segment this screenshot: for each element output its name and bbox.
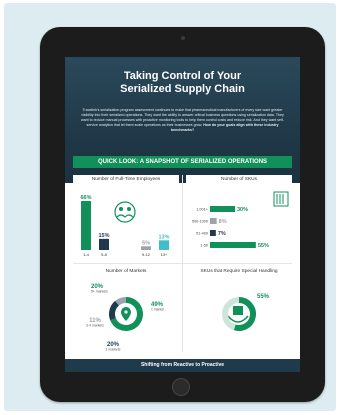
handling-panel: SKUs that Require Special Handling 55% — [186, 267, 292, 352]
employees-panel: Number of Full-Time Employees 66% 1-4 15% 5… — [73, 175, 179, 260]
employees-category-label: 1-4 — [83, 252, 90, 257]
employees-value-label: 15% — [98, 233, 109, 239]
skus-category-label: 1-50 — [200, 244, 208, 248]
hands-box-icon — [227, 306, 249, 323]
location-pin-icon — [118, 306, 134, 322]
markets-title: Number of Markets — [105, 269, 147, 274]
handling-chart: 55% — [222, 294, 270, 331]
markets-slice-caption: 5+ markets — [91, 290, 108, 294]
employees-bar-5-8 — [99, 238, 109, 250]
employees-bar-1-4 — [81, 200, 91, 250]
markets-slice-caption: 3-4 markets — [86, 324, 104, 328]
skus-bar-3 — [210, 242, 256, 248]
employees-category-label: 13+ — [161, 252, 168, 257]
employees-value-label: 13% — [158, 234, 169, 240]
intro-paragraph: Tracelink's serialization program assess… — [79, 108, 286, 133]
skus-category-label: 500-1000 — [192, 220, 208, 224]
markets-chart: 20%5+ markets49%1 market20%2 markets11%3… — [86, 284, 164, 352]
employees-chart: 66% 1-4 15% 5-8 5% 9-12 13% 13+ — [80, 195, 169, 257]
people-icon — [114, 201, 136, 223]
skus-category-label: 51-499 — [196, 232, 208, 236]
skus-chart: 1,001+ 30% 500-1000 8% 51-499 7% 1-50 55% — [192, 191, 289, 249]
markets-slice-caption: 1 market — [151, 308, 164, 312]
skus-value-label: 8% — [219, 219, 227, 225]
markets-slice-2 — [109, 300, 120, 321]
skus-panel: Number of SKUs 1,001+ 30% 500-1000 8% 51-499… — [186, 175, 292, 260]
barcode-icon — [273, 191, 289, 207]
infographic-screen: Taking Control of Your Serialized Supply… — [65, 57, 300, 372]
employees-bar-9-12 — [141, 246, 151, 250]
employees-value-label: 66% — [80, 195, 91, 201]
camera-dot — [181, 36, 185, 40]
skus-bar-2 — [210, 230, 216, 236]
skus-title: Number of SKUs — [221, 177, 257, 182]
title-line-1: Taking Control of Your — [123, 70, 242, 82]
markets-slice-caption: 2 markets — [106, 348, 121, 352]
footer-banner: Shifting from Reactive to Proactive — [65, 359, 300, 372]
handling-title: SKUs that Require Special Handling — [200, 269, 278, 274]
employees-category-label: 9-12 — [142, 252, 151, 257]
tablet-device: Taking Control of Your Serialized Supply… — [40, 27, 325, 402]
markets-panel: Number of Markets 20% 5+ markets 49% 1 mark… — [73, 267, 179, 352]
title-line-2: Serialized Supply Chain — [120, 83, 245, 95]
employees-title: Number of Full-Time Employees — [91, 177, 161, 182]
employees-category-label: 5-8 — [101, 252, 108, 257]
skus-bar-0 — [210, 206, 235, 212]
skus-value-label: 30% — [237, 207, 248, 213]
skus-bar-1 — [210, 218, 217, 224]
skus-value-label: 55% — [258, 243, 269, 249]
vertical-divider — [182, 175, 183, 352]
employees-value-label: 5% — [142, 240, 150, 246]
skus-category-label: 1,001+ — [196, 208, 209, 212]
skus-value-label: 7% — [218, 231, 226, 237]
employees-bar-13+ — [159, 240, 169, 250]
markets-slice-3 — [115, 297, 127, 306]
quick-look-banner: QUICK LOOK: A SNAPSHOT OF SERIALIZED OPE… — [73, 156, 292, 168]
home-button[interactable] — [172, 378, 190, 396]
page-title: Taking Control of Your Serialized Supply… — [65, 70, 300, 96]
handling-value-label: 55% — [257, 294, 270, 300]
